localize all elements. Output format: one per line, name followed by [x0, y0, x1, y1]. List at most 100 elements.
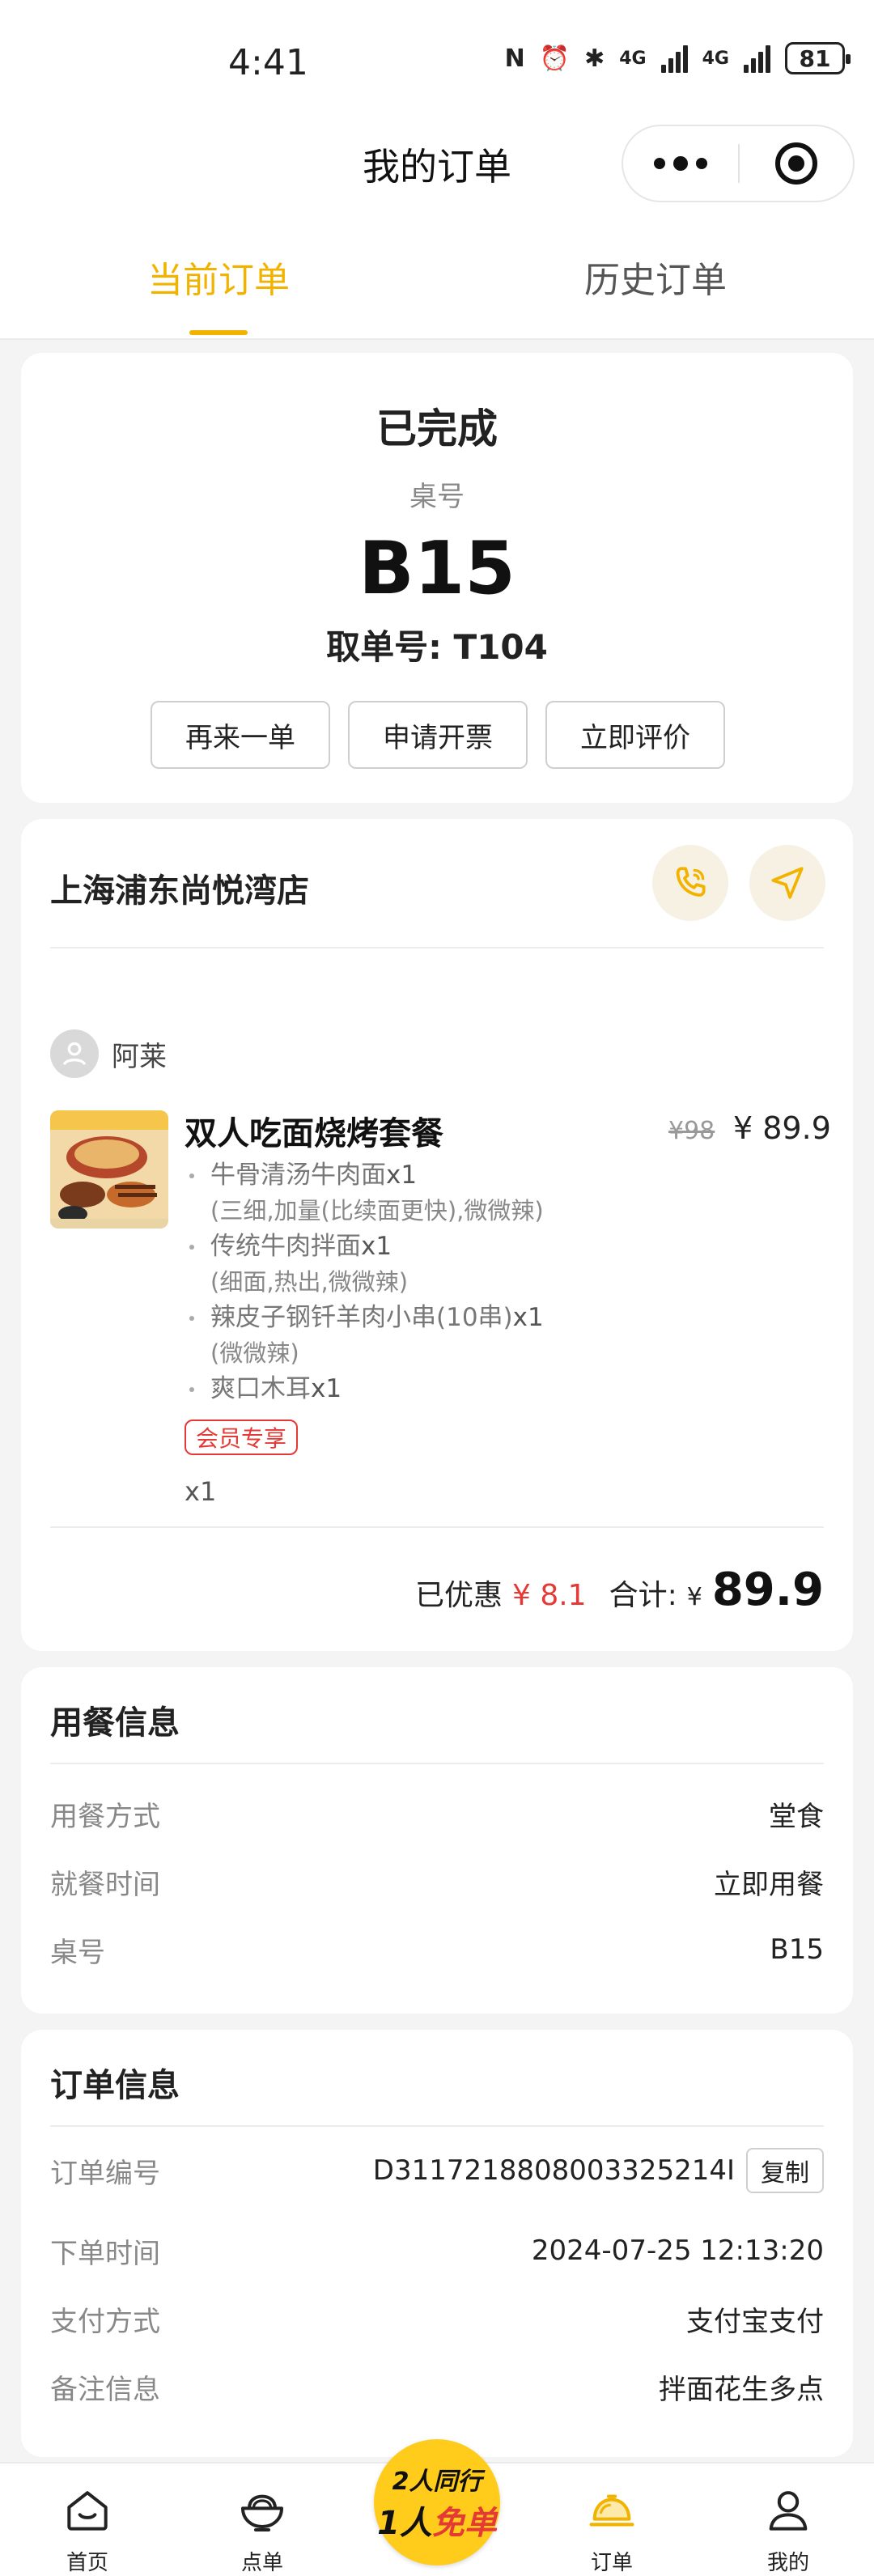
invoice-button[interactable]: 申请开票	[348, 701, 528, 769]
more-options-button[interactable]	[623, 156, 738, 171]
info-value: B15	[770, 1933, 824, 1966]
nav-menu[interactable]: 点单	[206, 2485, 319, 2576]
nav-label: 订单	[590, 2551, 633, 2575]
signal-icon-2	[744, 44, 770, 73]
signal-icon	[660, 44, 688, 73]
discount-label: 已优惠	[414, 1579, 503, 1612]
info-key: 就餐时间	[50, 1868, 160, 1901]
order-tabs: 当前订单 历史订单	[0, 210, 874, 340]
store-name: 上海浦东尚悦湾店	[50, 872, 309, 910]
info-row: 就餐时间 立即用餐	[50, 1861, 824, 1902]
navigate-store-button[interactable]	[749, 845, 825, 921]
order-actions: 再来一单 申请开票 立即评价	[151, 701, 725, 769]
target-icon	[775, 142, 817, 185]
nav-orders[interactable]: 订单	[555, 2485, 668, 2576]
promo-free-meal-button[interactable]: 2人同行 1人免单	[374, 2439, 500, 2565]
info-key: 订单编号	[50, 2157, 160, 2190]
info-row: 用餐方式 堂食	[50, 1793, 824, 1834]
order-totals: 已优惠 ¥ 8.1 合计: ¥ 89.9	[415, 1564, 824, 1616]
section-divider	[50, 2125, 824, 2127]
order-number: D3117218808003325214I	[372, 2154, 735, 2187]
info-key: 下单时间	[50, 2237, 160, 2270]
dining-info-card: 用餐信息 用餐方式 堂食 就餐时间 立即用餐 桌号 B15	[21, 1667, 853, 2014]
review-button[interactable]: 立即评价	[545, 701, 725, 769]
status-time: 4:41	[228, 42, 308, 83]
navigation-arrow-icon	[771, 867, 804, 899]
network-label-1: 4G	[619, 48, 647, 69]
nav-label: 首页	[66, 2551, 108, 2575]
phone-icon	[676, 867, 706, 897]
promo-line-1: 2人同行	[392, 2468, 482, 2496]
info-row: 支付方式 支付宝支付	[50, 2298, 824, 2339]
info-key: 支付方式	[50, 2305, 160, 2338]
tab-history-orders[interactable]: 历史订单	[534, 251, 777, 303]
item-spec: (细面,热出,微微辣)	[210, 1268, 409, 1296]
bluetooth-icon: ✱	[584, 44, 605, 73]
bundle-items: 牛骨清汤牛肉面x1 (三细,加量(比续面更快),微微辣) 传统牛肉拌面x1 (细…	[185, 1157, 638, 1407]
totals-divider	[50, 1526, 824, 1528]
item-spec: (三细,加量(比续面更快),微微辣)	[210, 1197, 544, 1224]
tab-current-orders[interactable]: 当前订单	[97, 251, 340, 303]
bundle-quantity: x1	[185, 1476, 217, 1507]
list-item: 牛骨清汤牛肉面x1	[185, 1157, 638, 1193]
nfc-icon: N	[504, 44, 525, 73]
home-icon	[67, 2491, 108, 2531]
noodle-bowl-icon	[241, 2494, 283, 2531]
item-spec: (微微辣)	[210, 1339, 299, 1367]
info-value: 拌面花生多点	[659, 2373, 824, 2406]
nav-home[interactable]: 首页	[31, 2485, 144, 2576]
info-value: 2024-07-25 12:13:20	[531, 2234, 824, 2267]
order-status: 已完成	[376, 405, 498, 452]
mini-program-capsule	[622, 125, 855, 202]
pickup-number: 取单号: T104	[326, 627, 548, 667]
dish-cover-icon	[589, 2494, 634, 2527]
product-price: ¥ 89.9	[733, 1110, 831, 1146]
copy-button[interactable]: 复制	[746, 2148, 824, 2193]
status-icons: N ⏰ ✱ 4G 4G 81	[504, 42, 851, 74]
reorder-button[interactable]: 再来一单	[151, 701, 330, 769]
nav-bar: 我的订单	[0, 113, 874, 210]
alarm-icon: ⏰	[539, 44, 571, 73]
close-mini-program-button[interactable]	[740, 142, 853, 185]
info-row: 订单编号 D3117218808003325214I 复制	[50, 2146, 824, 2195]
battery-icon: 81	[785, 42, 851, 74]
currency-symbol: ¥	[686, 1583, 702, 1611]
info-row: 桌号 B15	[50, 1929, 824, 1970]
total-amount: 89.9	[711, 1564, 824, 1616]
original-price: ¥98	[668, 1117, 715, 1145]
section-title: 用餐信息	[50, 1704, 180, 1742]
call-store-button[interactable]	[652, 845, 728, 921]
network-label-2: 4G	[702, 48, 729, 69]
order-user: 阿莱	[50, 1029, 167, 1078]
user-name: 阿莱	[112, 1040, 167, 1073]
nav-profile[interactable]: 我的	[732, 2485, 845, 2576]
info-row: 备注信息 拌面花生多点	[50, 2366, 824, 2407]
info-value: 堂食	[769, 1800, 824, 1833]
info-key: 桌号	[50, 1936, 105, 1969]
info-value: D3117218808003325214I 复制	[373, 2148, 824, 2193]
product-image	[50, 1110, 168, 1229]
person-icon	[769, 2491, 808, 2531]
list-item: 辣皮子钢钎羊肉小串(10串)x1	[185, 1300, 638, 1335]
order-info-card: 订单信息 订单编号 D3117218808003325214I 复制 下单时间 …	[21, 2030, 853, 2457]
list-item: 爽口木耳x1	[185, 1371, 638, 1407]
product-name: 双人吃面烧烤套餐	[185, 1115, 443, 1152]
active-tab-indicator	[189, 330, 248, 335]
status-bar: 4:41 N ⏰ ✱ 4G 4G 81	[0, 0, 874, 113]
info-row: 下单时间 2024-07-25 12:13:20	[50, 2230, 824, 2271]
nav-label: 点单	[240, 2551, 283, 2575]
user-icon	[62, 1042, 87, 1066]
section-title: 订单信息	[50, 2067, 180, 2104]
info-value: 立即用餐	[714, 1868, 824, 1901]
total-label: 合计:	[609, 1579, 677, 1612]
table-number: B15	[359, 526, 515, 611]
info-key: 备注信息	[50, 2373, 160, 2406]
table-label: 桌号	[409, 481, 465, 513]
order-status-card: 已完成 桌号 B15 取单号: T104 再来一单 申请开票 立即评价	[21, 353, 853, 803]
discount-amount: ¥ 8.1	[511, 1579, 587, 1612]
avatar	[50, 1029, 99, 1078]
list-item: 传统牛肉拌面x1	[185, 1229, 638, 1264]
nav-label: 我的	[766, 2551, 809, 2575]
store-divider	[50, 947, 824, 948]
section-divider	[50, 1763, 824, 1764]
